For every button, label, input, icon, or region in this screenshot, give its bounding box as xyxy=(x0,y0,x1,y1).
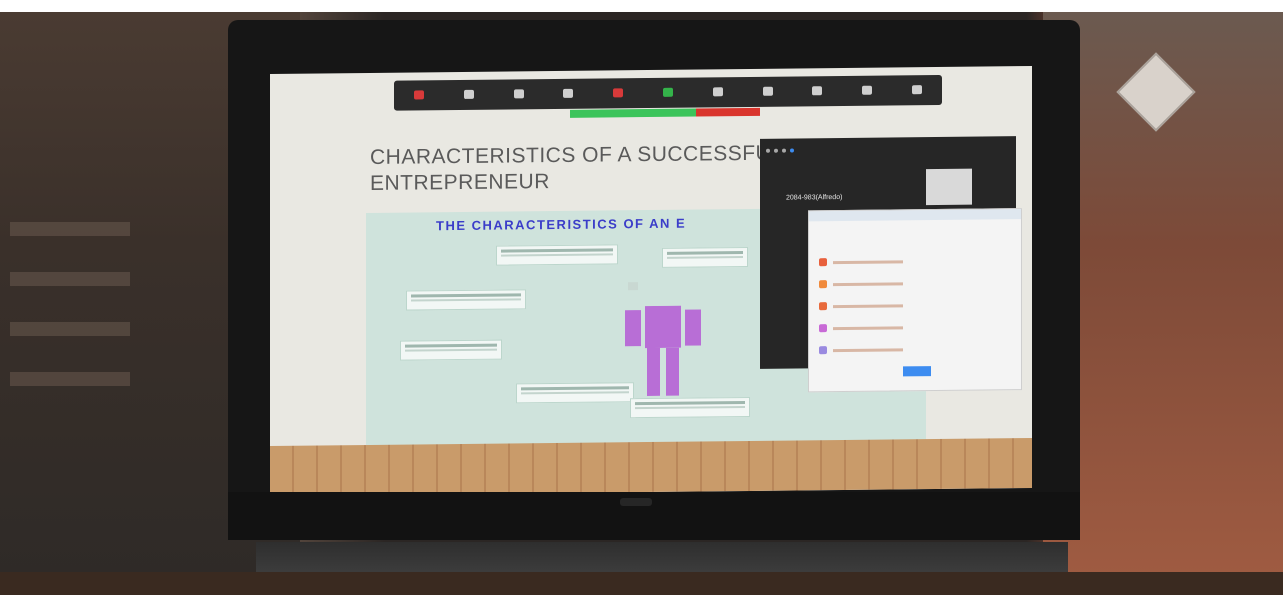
figure-right-leg xyxy=(666,347,679,396)
participant-name: 2084-983(Alfredo) xyxy=(786,193,843,202)
toolbar-share-button[interactable] xyxy=(662,87,673,98)
stop-share-button[interactable] xyxy=(695,107,760,117)
row-icon xyxy=(819,346,827,355)
laptop-bezel-bottom xyxy=(228,492,1080,540)
dialog-title-bar xyxy=(809,209,1021,222)
text-bubble xyxy=(630,396,750,419)
reactions-dialog xyxy=(808,208,1022,393)
zoom-toolbar xyxy=(394,74,942,111)
toolbar-annotate-button[interactable] xyxy=(762,86,773,97)
dialog-row[interactable] xyxy=(819,343,999,355)
stair-step xyxy=(10,272,130,286)
toolbar-chat-button[interactable] xyxy=(613,87,624,99)
slide-floor xyxy=(270,438,1032,496)
panel-controls xyxy=(766,148,794,153)
panel-dot[interactable] xyxy=(782,148,786,153)
text-bubble xyxy=(662,246,748,268)
figure-left-leg xyxy=(647,347,660,397)
mic-icon xyxy=(413,89,424,99)
chat-icon xyxy=(613,87,624,97)
text-bubble xyxy=(400,339,502,361)
figure-left-arm xyxy=(625,310,641,347)
toolbar-end-button[interactable] xyxy=(862,85,873,96)
security-icon xyxy=(513,88,524,98)
participant-video-thumbnail xyxy=(926,168,972,206)
toolbar-participants-button[interactable] xyxy=(563,88,574,99)
annotate-icon xyxy=(762,86,773,96)
table-edge xyxy=(0,572,1283,595)
dialog-ok-button[interactable] xyxy=(903,366,931,377)
dialog-row[interactable] xyxy=(819,299,999,311)
toolbar-more-button[interactable] xyxy=(912,84,923,96)
laptop-screen: CHARACTERISTICS OF A SUCCESSFUL ENTREPRE… xyxy=(270,66,1032,496)
stair-step xyxy=(10,372,130,386)
sharing-status-bar xyxy=(570,107,760,118)
figure-torso xyxy=(645,305,681,349)
dialog-row[interactable] xyxy=(819,321,999,333)
panel-dot[interactable] xyxy=(790,148,794,153)
share-icon xyxy=(662,87,673,97)
pause-icon xyxy=(712,86,723,96)
row-icon xyxy=(819,280,827,289)
row-icon xyxy=(819,258,827,267)
dialog-row[interactable] xyxy=(819,255,999,267)
toolbar-remote-control-button[interactable] xyxy=(812,85,823,97)
end-icon xyxy=(862,85,873,95)
more-icon xyxy=(912,84,923,94)
toolbar-mute-button[interactable] xyxy=(413,89,424,101)
infographic-title: THE CHARACTERISTICS OF AN E xyxy=(436,215,687,234)
text-bubble xyxy=(516,382,634,404)
video-icon xyxy=(463,89,474,99)
panel-dot[interactable] xyxy=(774,148,778,153)
stair-step xyxy=(10,322,130,336)
toolbar-pause-button[interactable] xyxy=(712,86,723,98)
photo: CHARACTERISTICS OF A SUCCESSFUL ENTREPRE… xyxy=(0,12,1283,595)
text-bubble xyxy=(406,289,526,311)
sharing-indicator xyxy=(570,108,696,118)
participants-icon xyxy=(563,88,574,98)
figure-label xyxy=(628,282,638,291)
toolbar-video-button[interactable] xyxy=(463,89,474,100)
dialog-row[interactable] xyxy=(819,277,999,289)
text-bubble xyxy=(496,244,618,266)
panel-dot[interactable] xyxy=(766,148,770,153)
remote-control-icon xyxy=(812,85,823,95)
figure-right-arm xyxy=(685,309,701,346)
person-figure-icon xyxy=(625,305,701,397)
row-icon xyxy=(819,302,827,311)
row-icon xyxy=(819,324,827,333)
stair-step xyxy=(10,222,130,236)
laptop-logo xyxy=(620,498,652,506)
toolbar-security-button[interactable] xyxy=(513,88,524,100)
